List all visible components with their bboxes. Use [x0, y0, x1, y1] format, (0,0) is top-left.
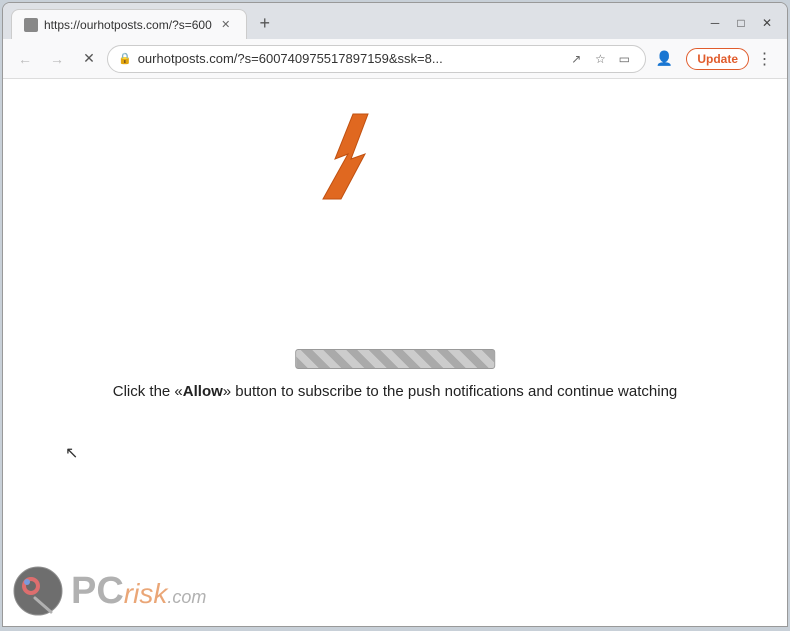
- close-button[interactable]: ✕: [755, 11, 779, 35]
- address-bar[interactable]: 🔒 ↗ ☆ ▭: [107, 45, 646, 73]
- navigation-bar: ← → ✕ 🔒 ↗ ☆ ▭ 👤: [3, 39, 787, 79]
- cta-post-text: » button to subscribe to the push notifi…: [223, 383, 677, 400]
- address-actions: ↗ ☆ ▭: [565, 48, 635, 70]
- content-area: Click the «Allow» button to subscribe to…: [3, 79, 787, 626]
- more-options-button[interactable]: ⋮: [751, 45, 779, 73]
- maximize-button[interactable]: □: [729, 11, 753, 35]
- lock-icon: 🔒: [118, 52, 132, 65]
- sidebar-toggle-button[interactable]: ▭: [613, 48, 635, 70]
- back-button[interactable]: ←: [11, 45, 39, 73]
- tab-title: https://ourhotposts.com/?s=600: [44, 18, 212, 32]
- watermark: PCrisk.com: [13, 566, 206, 616]
- cta-pre-text: Click the «: [113, 383, 183, 400]
- forward-button[interactable]: →: [43, 45, 71, 73]
- progress-section: Click the «Allow» button to subscribe to…: [42, 349, 748, 400]
- orange-arrow-indicator: [313, 109, 403, 214]
- browser-window: https://ourhotposts.com/?s=600 ✕ + ─ □ ✕…: [2, 2, 788, 627]
- mouse-cursor: ↖: [65, 443, 78, 463]
- profile-button[interactable]: 👤: [650, 45, 678, 73]
- tab-area: https://ourhotposts.com/?s=600 ✕ +: [3, 9, 695, 39]
- profile-icon: 👤: [656, 50, 673, 67]
- browser-menu-buttons: Update ⋮: [686, 45, 779, 73]
- watermark-text: PCrisk.com: [71, 572, 206, 610]
- watermark-com: .com: [167, 588, 206, 606]
- pcrisk-logo-icon: [13, 566, 63, 616]
- reload-button[interactable]: ✕: [75, 45, 103, 73]
- update-button[interactable]: Update: [686, 48, 749, 70]
- tab-favicon: [24, 18, 38, 32]
- progress-bar: [295, 349, 495, 369]
- tab-close-button[interactable]: ✕: [218, 17, 234, 33]
- cta-text: Click the «Allow» button to subscribe to…: [113, 383, 678, 400]
- active-tab[interactable]: https://ourhotposts.com/?s=600 ✕: [11, 9, 247, 39]
- watermark-pc: PC: [71, 572, 124, 610]
- watermark-risk: risk: [124, 580, 168, 608]
- share-button[interactable]: ↗: [565, 48, 587, 70]
- address-input[interactable]: [138, 51, 560, 66]
- minimize-button[interactable]: ─: [703, 11, 727, 35]
- cta-allow-text: Allow: [183, 383, 223, 400]
- window-controls: ─ □ ✕: [695, 11, 787, 35]
- bookmark-button[interactable]: ☆: [589, 48, 611, 70]
- new-tab-button[interactable]: +: [251, 9, 279, 37]
- title-bar: https://ourhotposts.com/?s=600 ✕ + ─ □ ✕: [3, 3, 787, 39]
